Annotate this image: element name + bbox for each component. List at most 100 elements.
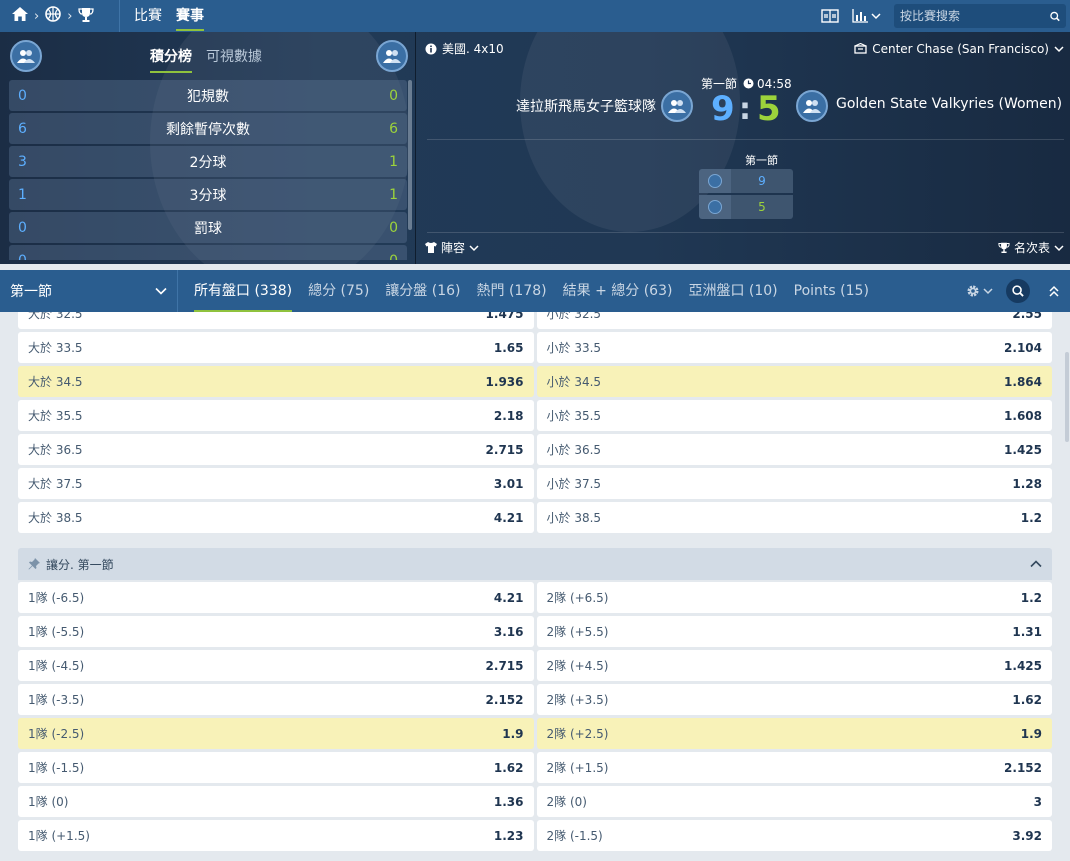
scoreboard-toggle-button[interactable] — [814, 0, 846, 32]
outcome-label: 小於 34.5 — [546, 375, 602, 389]
home-icon[interactable] — [12, 7, 28, 25]
odds-row: 大於 35.5 2.18 小於 35.5 1.608 — [18, 400, 1052, 431]
odds-cell-under[interactable]: 小於 37.5 1.28 — [536, 468, 1052, 499]
stat-row: 1 3分球 1 — [9, 179, 407, 210]
tab-handicap[interactable]: 讓分盤 (16) — [385, 270, 460, 312]
match-search-box[interactable] — [894, 4, 1066, 28]
odds-cell-over[interactable]: 大於 34.5 1.936 — [18, 366, 534, 397]
odds-cell-team2[interactable]: 2隊 (+2.5) 1.9 — [536, 718, 1052, 749]
odds-cell-team2[interactable]: 2隊 (+4.5) 1.425 — [536, 650, 1052, 681]
odds-cell-team1[interactable]: 1隊 (-4.5) 2.715 — [18, 650, 534, 681]
odds-value: 3.16 — [493, 624, 524, 639]
info-icon[interactable] — [425, 43, 437, 55]
odds-cell-over[interactable]: 大於 38.5 4.21 — [18, 502, 534, 533]
odds-cell-under[interactable]: 小於 38.5 1.2 — [536, 502, 1052, 533]
tab-all-markets[interactable]: 所有盤口 (338) — [194, 270, 293, 312]
odds-cell-under[interactable]: 小於 35.5 1.608 — [536, 400, 1052, 431]
period-select[interactable]: 第一節 — [0, 270, 178, 312]
clock-icon — [743, 78, 754, 89]
basketball-icon[interactable] — [45, 6, 62, 26]
odds-cell-under[interactable]: 小於 33.5 2.104 — [536, 332, 1052, 363]
outcome-label: 2隊 (+5.5) — [546, 625, 609, 639]
odds-cell-team1[interactable]: 1隊 (-6.5) 4.21 — [18, 582, 534, 613]
tab-points[interactable]: Points (15) — [794, 270, 869, 312]
collapse-all-button[interactable] — [1038, 276, 1070, 306]
standings-dropdown[interactable]: 名次表 — [998, 239, 1064, 256]
scrollbar-thumb[interactable] — [1065, 352, 1069, 442]
stat-row: 6 剩餘暫停次數 6 — [9, 113, 407, 144]
odds-cell-team1[interactable]: 1隊 (+1.5) 1.23 — [18, 820, 534, 851]
stats-list: 0犯規數0 6剩餘暫停次數6 32分球1 13分球1 0罰球0 00 — [9, 80, 407, 260]
odds-cell-team1[interactable]: 1隊 (-5.5) 3.16 — [18, 616, 534, 647]
team-users-icon — [383, 50, 401, 63]
outcome-label: 小於 33.5 — [546, 341, 602, 355]
stat-row: 3 2分球 1 — [9, 146, 407, 177]
odds-cell-over[interactable]: 大於 33.5 1.65 — [18, 332, 534, 363]
odds-cell-team2[interactable]: 2隊 (-1.5) 3.92 — [536, 820, 1052, 851]
odds-value: 1.2 — [1020, 590, 1042, 605]
chevron-right-icon: › — [34, 8, 40, 24]
tab-visual-data[interactable]: 可視數據 — [206, 46, 262, 73]
odds-cell-team2[interactable]: 2隊 (+3.5) 1.62 — [536, 684, 1052, 715]
settings-dropdown-button[interactable] — [960, 276, 998, 306]
lineup-dropdown[interactable]: 陣容 — [425, 239, 479, 256]
odds-value: 1.23 — [493, 828, 524, 843]
trophy-icon[interactable] — [78, 7, 95, 26]
stat-home-value: 3 — [18, 153, 27, 170]
odds-cell-team2[interactable]: 2隊 (+1.5) 2.152 — [536, 752, 1052, 783]
odds-cell-over[interactable]: 大於 32.5 1.475 — [18, 312, 534, 329]
stat-label: 剩餘暫停次數 — [166, 121, 250, 138]
odds-cell-under[interactable]: 小於 34.5 1.864 — [536, 366, 1052, 397]
tab-asian-markets[interactable]: 亞洲盤口 (10) — [688, 270, 777, 312]
tab-result-total[interactable]: 結果 + 總分 (63) — [563, 270, 673, 312]
content-scrollbar[interactable] — [1064, 312, 1070, 861]
odds-value: 2.715 — [485, 658, 524, 673]
odds-cell-team1[interactable]: 1隊 (-3.5) 2.152 — [18, 684, 534, 715]
team1-score: 9 — [711, 89, 735, 129]
tab-standings[interactable]: 積分榜 — [150, 46, 192, 73]
standings-label: 名次表 — [1013, 241, 1050, 255]
gear-icon — [967, 285, 978, 297]
search-input[interactable] — [900, 9, 1050, 23]
odds-cell-team1[interactable]: 1隊 (0) 1.36 — [18, 786, 534, 817]
outcome-label: 大於 33.5 — [28, 341, 83, 355]
pin-icon[interactable] — [28, 558, 40, 570]
odds-cell-over[interactable]: 大於 35.5 2.18 — [18, 400, 534, 431]
tab-totals[interactable]: 總分 (75) — [308, 270, 369, 312]
odds-cell-team1[interactable]: 1隊 (-2.5) 1.9 — [18, 718, 534, 749]
odds-cell-team2[interactable]: 2隊 (+5.5) 1.31 — [536, 616, 1052, 647]
handicap-section-header[interactable]: 讓分. 第一節 — [18, 548, 1052, 580]
outcome-label: 1隊 (+1.5) — [28, 829, 90, 843]
jersey-icon — [425, 242, 437, 253]
section-title: 讓分. 第一節 — [46, 557, 114, 572]
odds-value: 1.9 — [1020, 726, 1042, 741]
outcome-label: 大於 36.5 — [28, 443, 83, 457]
odds-row: 大於 37.5 3.01 小於 37.5 1.28 — [18, 468, 1052, 499]
odds-cell-team1[interactable]: 1隊 (-1.5) 1.62 — [18, 752, 534, 783]
chevron-right-icon: › — [67, 8, 73, 24]
odds-cell-team2[interactable]: 2隊 (0) 3 — [536, 786, 1052, 817]
team2-name: Golden State Valkyries (Women) — [836, 96, 1063, 112]
odds-row: 大於 36.5 2.715 小於 36.5 1.425 — [18, 434, 1052, 465]
odds-value: 2.18 — [493, 408, 524, 423]
tab-matches[interactable]: 比賽 — [134, 0, 162, 32]
statistics-dropdown-button[interactable] — [846, 0, 886, 32]
outcome-label: 2隊 (-1.5) — [546, 829, 603, 843]
chevron-up-icon[interactable] — [1030, 560, 1042, 568]
tab-events[interactable]: 賽事 — [176, 0, 204, 32]
stats-scrollbar[interactable] — [408, 80, 412, 230]
odds-cell-over[interactable]: 大於 36.5 2.715 — [18, 434, 534, 465]
odds-cell-over[interactable]: 大於 37.5 3.01 — [18, 468, 534, 499]
venue-dropdown[interactable]: Center Chase (San Francisco) — [854, 40, 1064, 57]
odds-cell-under[interactable]: 小於 36.5 1.425 — [536, 434, 1052, 465]
search-icon[interactable] — [1050, 10, 1060, 23]
stats-panel: 積分榜 可視數據 0 犯規數 0 6 剩餘暫停次數 6 3 2分球 1 1 3分球 1 0 罰球 0… — [0, 32, 416, 264]
team1-avatar — [661, 90, 693, 122]
tab-popular[interactable]: 熱門 (178) — [477, 270, 547, 312]
outcome-label: 2隊 (+4.5) — [546, 659, 609, 673]
odds-value: 1.864 — [1004, 374, 1042, 389]
odds-cell-team2[interactable]: 2隊 (+6.5) 1.2 — [536, 582, 1052, 613]
outcome-label: 大於 38.5 — [28, 511, 83, 525]
market-search-button[interactable] — [1002, 276, 1034, 306]
odds-cell-under[interactable]: 小於 32.5 2.55 — [536, 312, 1052, 329]
